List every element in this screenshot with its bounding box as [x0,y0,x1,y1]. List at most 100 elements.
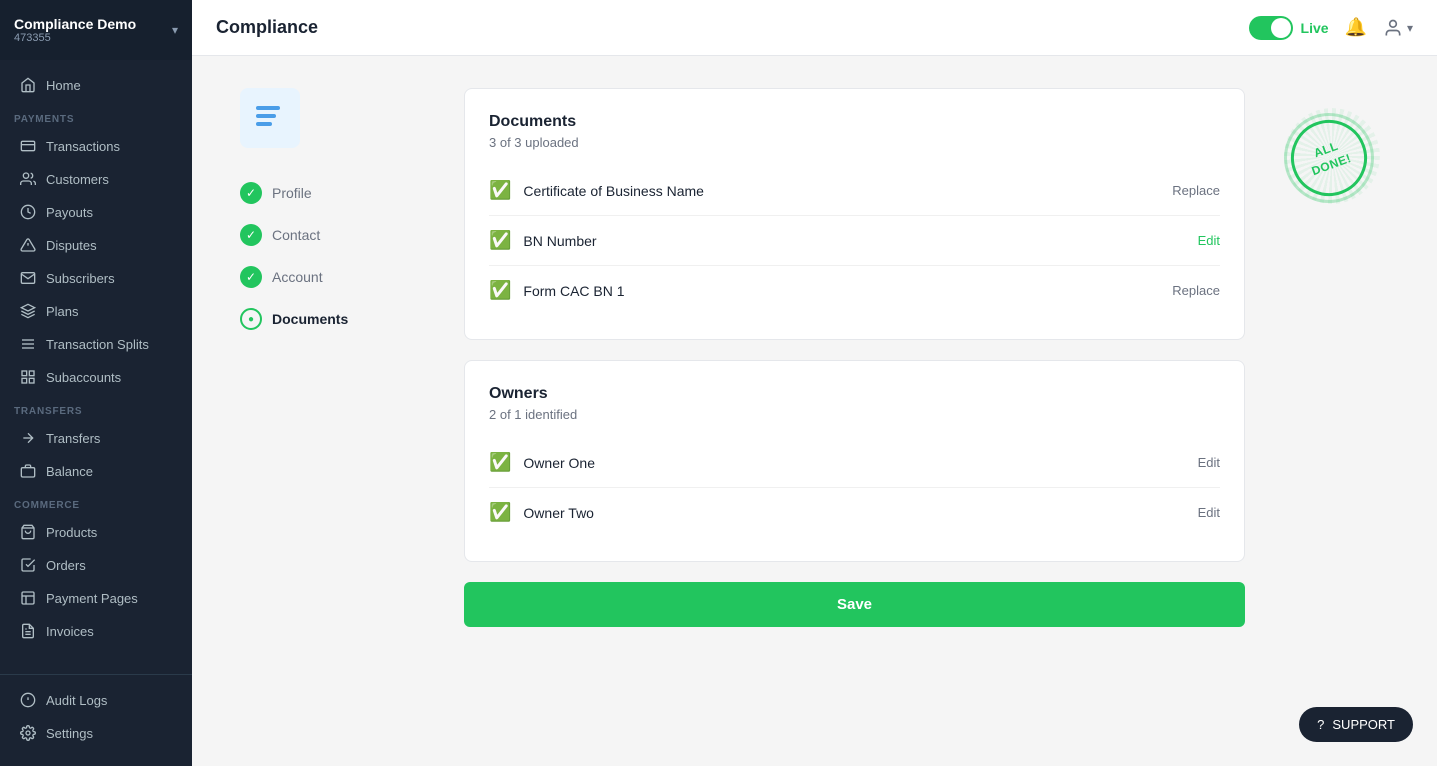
orders-icon [20,557,36,573]
customers-icon [20,171,36,187]
sidebar-item-payouts-label: Payouts [46,205,93,220]
stamp-panel: ALL DONE! [1269,88,1389,734]
doc-cert-replace-btn[interactable]: Replace [1172,183,1220,198]
audit-icon [20,692,36,708]
sidebar-item-payment-pages[interactable]: Payment Pages [6,582,186,614]
sidebar-item-payouts[interactable]: Payouts [6,196,186,228]
header-right: Live 🔔 ▾ [1249,16,1413,40]
step-account-check: ✓ [240,266,262,288]
step-contact[interactable]: ✓ Contact [240,214,440,256]
owners-title: Owners [489,385,1220,403]
sidebar-item-orders[interactable]: Orders [6,549,186,581]
sidebar-item-invoices[interactable]: Invoices [6,615,186,647]
sidebar-item-disputes-label: Disputes [46,238,97,253]
support-button[interactable]: ? SUPPORT [1299,707,1413,742]
step-account[interactable]: ✓ Account [240,256,440,298]
sidebar-nav: Home PAYMENTS Transactions Customers Pay… [0,60,192,666]
step-profile[interactable]: ✓ Profile [240,172,440,214]
sidebar-item-balance[interactable]: Balance [6,455,186,487]
form-panel: Documents 3 of 3 uploaded ✅ Certificate … [464,88,1245,734]
sidebar-item-products[interactable]: Products [6,516,186,548]
commerce-section-label: COMMERCE [0,488,192,515]
payment-pages-icon [20,590,36,606]
disputes-icon [20,237,36,253]
sidebar-item-settings[interactable]: Settings [6,717,186,749]
sidebar-item-plans[interactable]: Plans [6,295,186,327]
compliance-icon [240,88,300,148]
step-profile-label: Profile [272,185,312,201]
doc-bn-check-icon: ✅ [489,230,511,251]
step-profile-check: ✓ [240,182,262,204]
sidebar-item-transfers-label: Transfers [46,431,100,446]
sidebar-item-transactions-label: Transactions [46,139,120,154]
owner-one-edit-btn[interactable]: Edit [1198,455,1220,470]
sidebar-item-subaccounts[interactable]: Subaccounts [6,361,186,393]
bell-icon[interactable]: 🔔 [1345,17,1367,38]
sidebar-item-transaction-splits[interactable]: Transaction Splits [6,328,186,360]
chevron-down-icon: ▾ [172,23,178,37]
sidebar-item-customers[interactable]: Customers [6,163,186,195]
header: Compliance Live 🔔 ▾ [192,0,1437,56]
documents-subtitle: 3 of 3 uploaded [489,135,1220,150]
documents-card: Documents 3 of 3 uploaded ✅ Certificate … [464,88,1245,340]
sidebar-item-home-label: Home [46,78,81,93]
owner-row-two: ✅ Owner Two Edit [489,488,1220,537]
support-question-icon: ? [1317,717,1324,732]
sidebar-item-balance-label: Balance [46,464,93,479]
doc-row-cert: ✅ Certificate of Business Name Replace [489,166,1220,216]
sidebar-item-transactions[interactable]: Transactions [6,130,186,162]
toggle-knob [1271,18,1291,38]
stamp-dashes [1284,108,1380,204]
sidebar-item-audit-logs[interactable]: Audit Logs [6,684,186,716]
live-toggle[interactable]: Live [1249,16,1329,40]
account-switcher[interactable]: Compliance Demo 473355 ▾ [0,0,192,60]
sidebar-item-payment-pages-label: Payment Pages [46,591,138,606]
owner-one-check-icon: ✅ [489,452,511,473]
sidebar-item-invoices-label: Invoices [46,624,94,639]
sidebar-item-subscribers[interactable]: Subscribers [6,262,186,294]
transactions-icon [20,138,36,154]
payouts-icon [20,204,36,220]
step-documents-check: ● [240,308,262,330]
doc-form-cac-name: Form CAC BN 1 [523,283,1172,299]
sidebar-item-transfers[interactable]: Transfers [6,422,186,454]
sidebar-item-subscribers-label: Subscribers [46,271,115,286]
owner-row-one: ✅ Owner One Edit [489,438,1220,488]
balance-icon [20,463,36,479]
sidebar-item-disputes[interactable]: Disputes [6,229,186,261]
splits-icon [20,336,36,352]
owner-one-name: Owner One [523,455,1197,471]
save-button[interactable]: Save [464,582,1245,627]
sidebar-item-plans-label: Plans [46,304,79,319]
owners-card: Owners 2 of 1 identified ✅ Owner One Edi… [464,360,1245,562]
step-documents-label: Documents [272,311,348,327]
products-icon [20,524,36,540]
doc-row-bn: ✅ BN Number Edit [489,216,1220,266]
owners-subtitle: 2 of 1 identified [489,407,1220,422]
live-label: Live [1301,20,1329,36]
owner-two-name: Owner Two [523,505,1197,521]
doc-row-form-cac: ✅ Form CAC BN 1 Replace [489,266,1220,315]
toggle-switch[interactable] [1249,16,1293,40]
sidebar-item-customers-label: Customers [46,172,109,187]
doc-form-cac-replace-btn[interactable]: Replace [1172,283,1220,298]
main-area: Compliance Live 🔔 ▾ [192,0,1437,766]
sidebar-item-products-label: Products [46,525,97,540]
transfers-icon [20,430,36,446]
step-documents[interactable]: ● Documents [240,298,440,340]
sidebar-item-subaccounts-label: Subaccounts [46,370,121,385]
user-menu[interactable]: ▾ [1383,18,1413,38]
step-account-label: Account [272,269,323,285]
owner-two-edit-btn[interactable]: Edit [1198,505,1220,520]
owner-two-check-icon: ✅ [489,502,511,523]
step-contact-check: ✓ [240,224,262,246]
sidebar-item-audit-label: Audit Logs [46,693,107,708]
plans-icon [20,303,36,319]
page-title: Compliance [216,17,318,38]
support-label: SUPPORT [1332,717,1395,732]
subaccounts-icon [20,369,36,385]
sidebar-item-home[interactable]: Home [6,69,186,101]
subscribers-icon [20,270,36,286]
doc-bn-edit-btn[interactable]: Edit [1198,233,1220,248]
payments-section-label: PAYMENTS [0,102,192,129]
